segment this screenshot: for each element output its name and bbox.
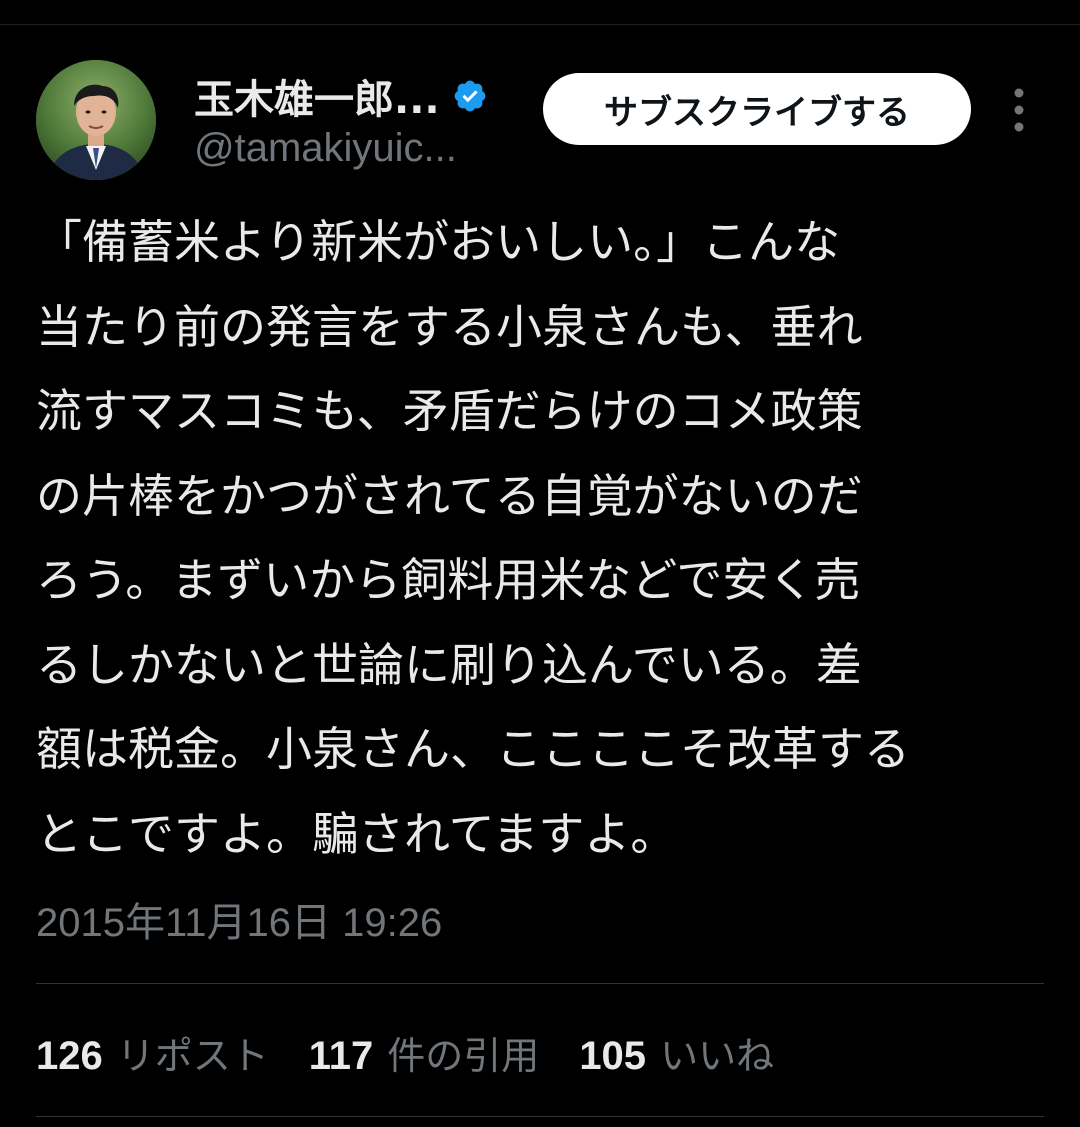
- tweet-header: 玉木雄一郎... @tamakiyuic... サブスクライブする: [36, 60, 1044, 182]
- tweet-text-line: 「備蓄米より新米がおいしい。」こんな: [36, 215, 841, 269]
- likes-count: 105: [579, 1033, 647, 1078]
- author-display-name[interactable]: 玉木雄一郎...: [194, 67, 440, 125]
- top-divider: [0, 24, 1080, 25]
- quotes-count: 117: [308, 1033, 374, 1078]
- verified-badge-icon[interactable]: [452, 78, 488, 114]
- tweet-text-line: ろう。まずいから飼料用米などで安く売: [36, 553, 861, 607]
- avatar[interactable]: [36, 60, 156, 180]
- tweet-text-line: 流すマスコミも、矛盾だらけのコメ政策: [36, 384, 863, 438]
- reposts-count: 126: [36, 1033, 103, 1078]
- tweet-text-line: の片棒をかつがされてる自覚がないのだ: [36, 468, 863, 523]
- tweet-text-line: 当たり前の発言をする小泉さんも、垂れ: [36, 299, 863, 354]
- tweet-text-line: 額は税金。小泉さん、ここここそ改革する: [36, 722, 910, 776]
- divider: [36, 983, 1044, 984]
- likes-label: いいね: [660, 1033, 775, 1078]
- avatar-photo: [36, 60, 156, 180]
- more-vertical-icon[interactable]: [1004, 85, 1034, 135]
- tweet-text: 「備蓄米より新米がおいしい。」こんな 当たり前の発言をする小泉さんも、垂れ 流す…: [36, 200, 1026, 876]
- author-info[interactable]: 玉木雄一郎... @tamakiyuic...: [194, 66, 488, 171]
- likes-stat[interactable]: 105 いいね: [579, 1025, 774, 1080]
- tweet-text-line: るしかないと世論に刷り込んでいる。差: [36, 637, 862, 692]
- author-handle[interactable]: @tamakiyuic...: [194, 126, 488, 171]
- reposts-stat[interactable]: 126 リポスト: [36, 1025, 269, 1080]
- reposts-label: リポスト: [116, 1033, 269, 1078]
- tweet-timestamp[interactable]: 2015年11月16日 19:26: [36, 890, 442, 948]
- engagement-stats: 126 リポスト 117 件の引用 105 いいね: [36, 1022, 814, 1082]
- divider: [36, 1116, 1044, 1117]
- name-row: 玉木雄一郎...: [194, 66, 488, 126]
- subscribe-button[interactable]: サブスクライブする: [543, 73, 971, 145]
- quotes-label: 件の引用: [387, 1033, 540, 1078]
- quotes-stat[interactable]: 117 件の引用: [309, 1025, 540, 1080]
- tweet-text-line: とこですよ。騙されてますよ。: [36, 806, 677, 861]
